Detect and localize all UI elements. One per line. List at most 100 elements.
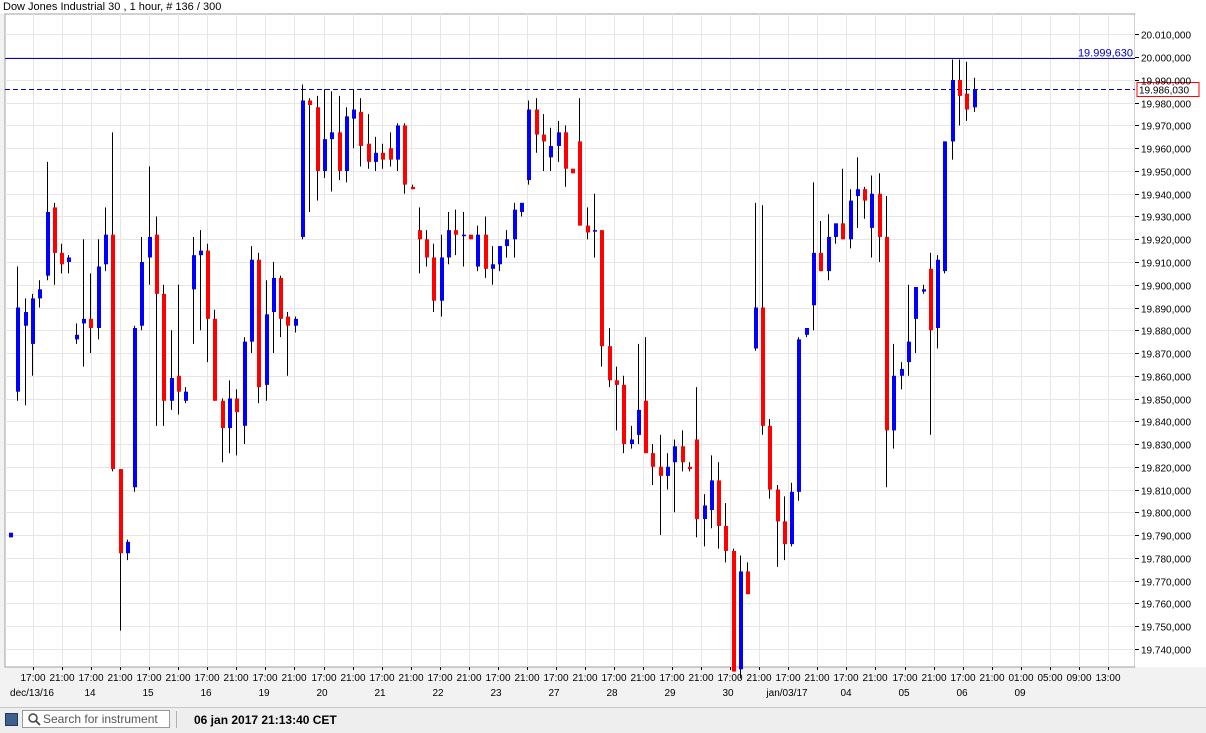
x-tick-label: 21:00 <box>107 673 132 684</box>
candle-body-up <box>301 100 305 237</box>
candle-body-down <box>819 252 823 272</box>
candle-body-down <box>119 469 123 554</box>
candle-body-down <box>688 466 692 470</box>
y-tick-label: 19.810,000 <box>1141 487 1191 498</box>
y-tick-label: 19.930,000 <box>1141 213 1191 224</box>
search-input[interactable] <box>43 712 167 726</box>
candle-body-up <box>447 230 451 258</box>
candle-body-down <box>578 141 582 226</box>
candle-body-up <box>527 109 531 181</box>
x-tick-label: 21:00 <box>921 673 946 684</box>
candle-body-up <box>46 211 50 276</box>
x-tick-label: 17:00 <box>78 673 103 684</box>
candle-body-up <box>440 257 444 301</box>
candle-body-down <box>162 293 166 401</box>
x-tick-label: 17:00 <box>252 673 277 684</box>
candle <box>527 100 531 185</box>
candle-body-down <box>206 250 210 319</box>
x-tick-label: 17:00 <box>20 673 45 684</box>
candle-body-down <box>615 380 619 385</box>
chart-canvas[interactable]: 19.999,63019.986,030 19.740,00019.750,00… <box>0 0 1206 707</box>
plot-area[interactable] <box>4 13 1136 668</box>
search-icon[interactable] <box>27 712 41 726</box>
search-box[interactable] <box>22 710 170 728</box>
candle <box>257 252 261 404</box>
y-tick-label: 19.740,000 <box>1141 646 1191 657</box>
x-tick-label: 17:00 <box>950 673 975 684</box>
candle-body-down <box>586 225 590 233</box>
candle-body-down <box>776 489 780 522</box>
y-tick-label: 19.880,000 <box>1141 327 1191 338</box>
candle-body-down <box>761 307 765 426</box>
x-date-label: 06 <box>956 688 968 699</box>
candle-body-up <box>126 541 130 554</box>
candle-body-down <box>768 425 772 490</box>
x-tick-label: 17:00 <box>136 673 161 684</box>
y-tick-label: 19.980,000 <box>1141 100 1191 111</box>
candle-body-up <box>549 145 553 158</box>
candle-body-up <box>498 246 502 265</box>
candle-body-up <box>323 139 327 171</box>
x-tick-label: 21:00 <box>281 673 306 684</box>
candle-body-down <box>484 234 488 269</box>
candle-body-up <box>754 307 758 349</box>
x-tick-label: 21:00 <box>688 673 713 684</box>
candle-body-up <box>936 259 940 328</box>
x-tick-label: 17:00 <box>311 673 336 684</box>
bookmark-icon[interactable] <box>5 713 18 726</box>
candle-body-down <box>418 230 422 240</box>
candle-body-down <box>608 346 612 381</box>
x-date-label: 20 <box>316 688 328 699</box>
x-tick-label: 21:00 <box>456 673 481 684</box>
candle-body-down <box>308 100 312 106</box>
candle-body-up <box>856 189 860 197</box>
candle-body-down <box>60 252 64 265</box>
candle-body-up <box>505 239 509 247</box>
x-tick-label: 17:00 <box>717 673 742 684</box>
x-tick-label: 05:00 <box>1037 673 1062 684</box>
candle-body-up <box>67 257 71 263</box>
x-tick-label: 17:00 <box>775 673 800 684</box>
y-tick-label: 19.920,000 <box>1141 236 1191 247</box>
candle-body-up <box>374 152 378 162</box>
x-date-label: 04 <box>840 688 852 699</box>
x-tick-label: 21:00 <box>49 673 74 684</box>
x-date-label: 30 <box>722 688 734 699</box>
candle-body-down <box>432 257 436 301</box>
x-tick-label: 21:00 <box>165 673 190 684</box>
x-date-label: 19 <box>258 688 270 699</box>
candle-body-up <box>827 236 831 272</box>
candle-body-down <box>286 316 290 326</box>
x-tick-label: 17:00 <box>427 673 452 684</box>
candle-body-up <box>637 409 641 435</box>
candle-body-up <box>834 223 838 237</box>
candle-body-down <box>359 111 363 146</box>
y-tick-label: 19.860,000 <box>1141 373 1191 384</box>
x-tick-label: 21:00 <box>340 673 365 684</box>
candle-body-down <box>681 446 685 463</box>
candle-body-up <box>97 266 101 328</box>
price-axis <box>1135 14 1206 667</box>
candle-body-down <box>732 550 736 672</box>
x-date-label: 29 <box>664 688 676 699</box>
x-tick-label: 17:00 <box>543 673 568 684</box>
x-tick-label: 09:00 <box>1066 673 1091 684</box>
candle-body-up <box>951 79 955 142</box>
candle-body-down <box>651 453 655 467</box>
x-tick-label: 21:00 <box>804 673 829 684</box>
x-tick-label: 17:00 <box>892 673 917 684</box>
candle-body-up <box>790 491 794 545</box>
x-tick-label: 21:00 <box>572 673 597 684</box>
x-tick-label: 21:00 <box>979 673 1004 684</box>
candle-body-down <box>53 207 57 253</box>
x-tick-label: 17:00 <box>369 673 394 684</box>
candle-body-down <box>783 521 787 545</box>
candle-body-up <box>666 466 670 476</box>
candle-body-up <box>104 234 108 265</box>
candle-body-down <box>177 375 181 392</box>
y-tick-label: 19.990,000 <box>1141 77 1191 88</box>
candle-body-up <box>870 193 874 228</box>
candle-body-up <box>24 312 28 326</box>
candle-body-up <box>345 116 349 171</box>
candle <box>768 418 772 499</box>
